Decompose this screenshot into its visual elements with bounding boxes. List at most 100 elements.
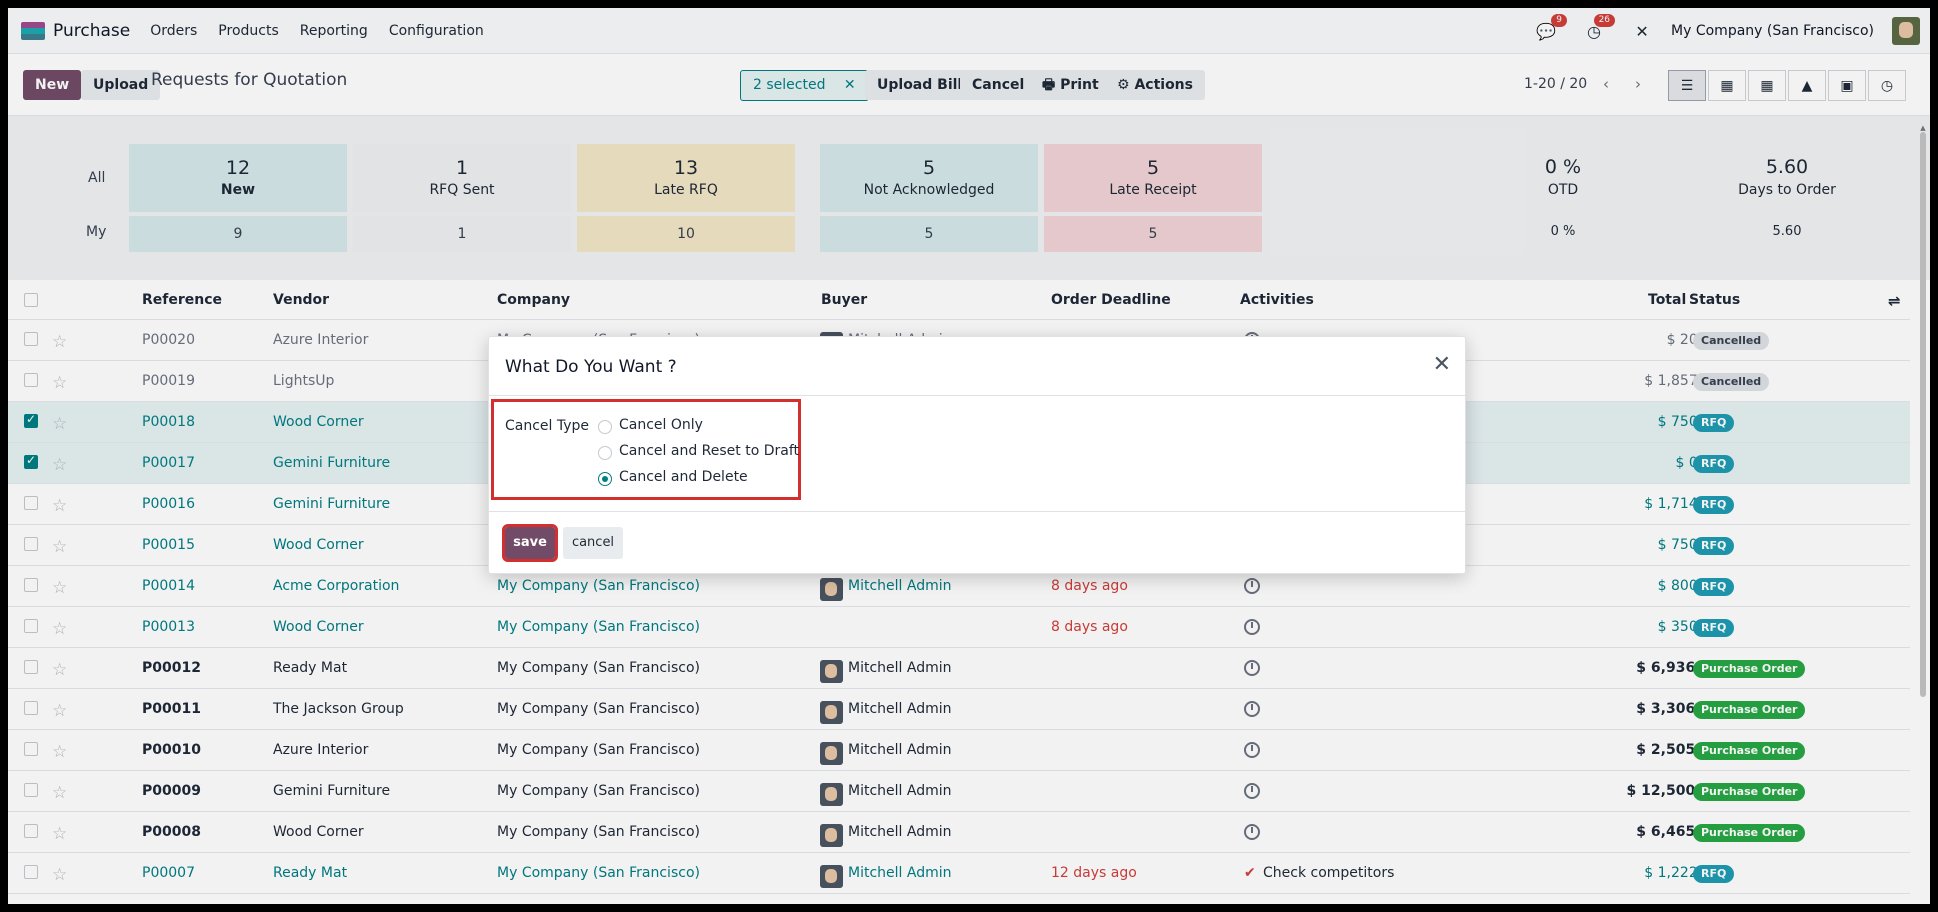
priority-star-icon[interactable]: ☆	[52, 414, 67, 434]
row-checkbox[interactable]	[24, 373, 38, 387]
priority-star-icon[interactable]: ☆	[52, 619, 67, 639]
card-rfq-sent[interactable]: 1 RFQ Sent	[353, 144, 571, 212]
priority-star-icon[interactable]: ☆	[52, 742, 67, 762]
calendar-view-icon[interactable]: ▣	[1828, 70, 1866, 101]
pivot-view-icon[interactable]: ▦	[1748, 70, 1786, 101]
row-checkbox[interactable]	[24, 496, 38, 510]
my-new-count[interactable]: 9	[129, 216, 347, 252]
row-checkbox[interactable]	[24, 412, 38, 428]
company-switcher[interactable]: My Company (San Francisco)	[1671, 23, 1874, 39]
row-reference[interactable]: P00013	[142, 619, 195, 635]
row-checkbox[interactable]	[24, 537, 38, 551]
option-cancel-reset-draft-label[interactable]: Cancel and Reset to Draft	[619, 443, 799, 459]
graph-view-icon[interactable]: ▲	[1788, 70, 1826, 101]
app-menu-icon[interactable]	[21, 21, 45, 40]
row-checkbox[interactable]	[24, 660, 38, 674]
option-cancel-delete-label[interactable]: Cancel and Delete	[619, 469, 748, 485]
priority-star-icon[interactable]: ☆	[52, 455, 67, 475]
col-company[interactable]: Company	[497, 292, 570, 308]
col-activities[interactable]: Activities	[1240, 292, 1314, 308]
upload-button[interactable]: Upload	[81, 70, 161, 100]
card-new[interactable]: 12 New	[129, 144, 347, 212]
row-reference[interactable]: P00011	[142, 701, 201, 717]
table-row[interactable]: ☆ P00008 Wood Corner My Company (San Franci…	[8, 812, 1910, 853]
row-reference[interactable]: P00012	[142, 660, 201, 676]
my-rfq-sent-count[interactable]: 1	[353, 216, 571, 252]
activity-clock-icon[interactable]	[1244, 660, 1260, 676]
col-order-deadline[interactable]: Order Deadline	[1051, 292, 1171, 308]
row-reference[interactable]: P00016	[142, 496, 195, 512]
row-checkbox[interactable]	[24, 824, 38, 838]
row-checkbox[interactable]	[24, 578, 38, 592]
pager-next-icon[interactable]: ›	[1625, 72, 1651, 96]
activity-clock-icon[interactable]	[1244, 824, 1260, 840]
scroll-up-arrow[interactable]: ▲	[1918, 124, 1928, 132]
radio-cancel-only[interactable]	[598, 420, 612, 434]
card-late-receipt[interactable]: 5 Late Receipt	[1044, 144, 1262, 212]
table-row[interactable]: ☆ P00013 Wood Corner My Company (San Franci…	[8, 607, 1910, 648]
row-reference[interactable]: P00014	[142, 578, 195, 594]
row-reference[interactable]: P00020	[142, 332, 195, 348]
print-button[interactable]: 🖶 Print	[1030, 70, 1111, 100]
list-view-icon[interactable]: ☰	[1668, 70, 1706, 101]
cancel-orders-button[interactable]: Cancel	[960, 70, 1037, 100]
my-late-receipt-count[interactable]: 5	[1044, 216, 1262, 252]
col-vendor[interactable]: Vendor	[273, 292, 329, 308]
col-status[interactable]: Status	[1689, 292, 1740, 308]
option-cancel-only-label[interactable]: Cancel Only	[619, 417, 703, 433]
priority-star-icon[interactable]: ☆	[52, 660, 67, 680]
kanban-view-icon[interactable]: ▦	[1708, 70, 1746, 101]
priority-star-icon[interactable]: ☆	[52, 865, 67, 885]
activity-clock-icon[interactable]	[1244, 619, 1260, 635]
priority-star-icon[interactable]: ☆	[52, 578, 67, 598]
select-all-checkbox[interactable]	[24, 293, 38, 307]
dialog-cancel-button[interactable]: cancel	[563, 527, 623, 559]
row-reference[interactable]: P00009	[142, 783, 201, 799]
table-row[interactable]: ☆ P00010 Azure Interior My Company (San Fra…	[8, 730, 1910, 771]
save-button[interactable]: save	[502, 524, 558, 562]
table-row[interactable]: ☆ P00012 Ready Mat My Company (San Francisc…	[8, 648, 1910, 689]
row-reference[interactable]: P00015	[142, 537, 195, 553]
row-checkbox[interactable]	[24, 783, 38, 797]
activity-view-icon[interactable]: ◷	[1868, 70, 1906, 101]
activities-clock-icon[interactable]: ◷ 26	[1583, 14, 1616, 42]
pager-previous-icon[interactable]: ‹	[1593, 72, 1619, 96]
activity-clock-icon[interactable]	[1244, 742, 1260, 758]
radio-cancel-delete[interactable]	[598, 472, 612, 486]
messages-icon[interactable]: 💬 9	[1535, 14, 1568, 42]
col-reference[interactable]: Reference	[142, 292, 222, 308]
card-not-acknowledged[interactable]: 5 Not Acknowledged	[820, 144, 1038, 212]
my-not-ack-count[interactable]: 5	[820, 216, 1038, 252]
row-checkbox[interactable]	[24, 619, 38, 633]
activity-clock-icon[interactable]	[1244, 783, 1260, 799]
col-total[interactable]: Total	[1648, 292, 1686, 308]
table-row[interactable]: ☆ P00007 Ready Mat My Company (San Francisc…	[8, 853, 1910, 894]
radio-cancel-reset-draft[interactable]	[598, 446, 612, 460]
activity-clock-icon[interactable]	[1244, 578, 1260, 594]
row-checkbox[interactable]	[24, 453, 38, 469]
clear-selection-icon[interactable]: ✕	[844, 77, 856, 93]
priority-star-icon[interactable]: ☆	[52, 783, 67, 803]
row-reference[interactable]: P00017	[142, 455, 195, 471]
pager-value[interactable]: 1-20 / 20	[1524, 76, 1587, 92]
priority-star-icon[interactable]: ☆	[52, 373, 67, 393]
table-row[interactable]: ☆P00006Wood CornerMy Company (San Franci…	[8, 894, 1910, 904]
menu-products[interactable]: Products	[218, 23, 278, 39]
app-title[interactable]: Purchase	[53, 21, 130, 41]
row-checkbox[interactable]	[24, 701, 38, 715]
row-reference[interactable]: P00008	[142, 824, 201, 840]
card-late-rfq[interactable]: 13 Late RFQ	[577, 144, 795, 212]
row-checkbox[interactable]	[24, 742, 38, 756]
new-button[interactable]: New	[23, 70, 82, 100]
debug-tools-icon[interactable]: ✕	[1631, 20, 1653, 42]
row-checkbox[interactable]	[24, 865, 38, 879]
row-reference[interactable]: P00007	[142, 865, 195, 881]
list-scrollbar[interactable]: ▲	[1918, 124, 1928, 904]
menu-configuration[interactable]: Configuration	[389, 23, 484, 39]
row-reference[interactable]: P00018	[142, 414, 195, 430]
menu-reporting[interactable]: Reporting	[300, 23, 368, 39]
activity-clock-icon[interactable]	[1244, 701, 1260, 717]
priority-star-icon[interactable]: ☆	[52, 824, 67, 844]
scrollbar-thumb[interactable]	[1920, 132, 1926, 697]
priority-star-icon[interactable]: ☆	[52, 537, 67, 557]
